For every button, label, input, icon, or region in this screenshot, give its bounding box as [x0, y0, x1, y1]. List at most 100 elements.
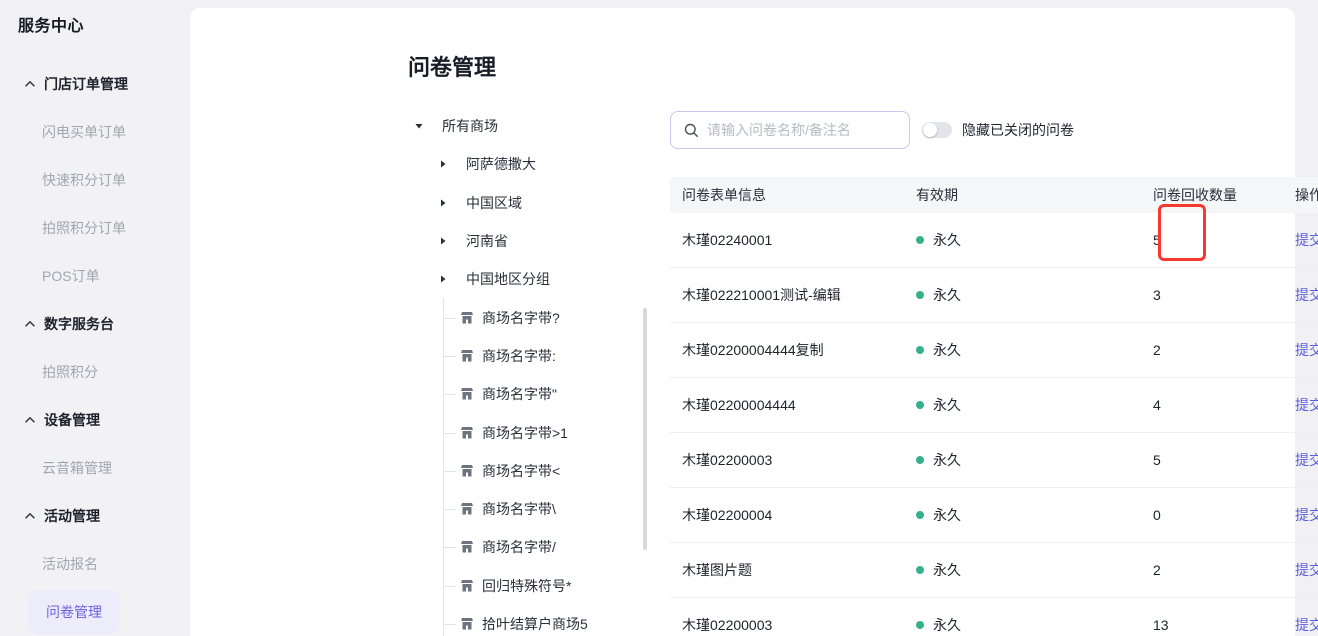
tree-leaf-item[interactable]: 商场名字带\ — [408, 490, 650, 528]
sidebar-group[interactable]: 门店订单管理 — [0, 60, 190, 108]
tree-leaf-item[interactable]: 商场名字带? — [408, 298, 650, 336]
tree-leaf-item[interactable]: 商场名字带< — [408, 452, 650, 490]
search-box[interactable] — [670, 111, 910, 149]
validity-label: 永久 — [933, 340, 961, 360]
shop-icon — [460, 540, 474, 554]
sidebar-group[interactable]: 设备管理 — [0, 396, 190, 444]
search-icon — [684, 123, 699, 138]
response-count: 13 — [1153, 617, 1169, 633]
tree-branch-item[interactable]: 中国地区分组 — [408, 260, 650, 298]
tree-branch-item[interactable]: 中国区域 — [408, 184, 650, 222]
tree-root-item[interactable]: 所有商场 — [408, 107, 650, 145]
tree-branch-item[interactable]: 阿萨德撒大 — [408, 145, 650, 183]
sidebar-group[interactable]: 活动管理 — [0, 492, 190, 540]
tree-leaf-item[interactable]: 商场名字带: — [408, 337, 650, 375]
tree-stub-line — [443, 624, 456, 625]
sidebar-group-label: 设备管理 — [44, 410, 100, 430]
submit-records-link[interactable]: 提交记录 — [1295, 560, 1318, 580]
validity-cell: 永久 — [916, 340, 961, 360]
table-row: 木瑾02200004444复制 永久 2 提交记录编辑复制 — [670, 323, 1318, 378]
tree-leaf-item[interactable]: 商场名字带/ — [408, 528, 650, 566]
tree-leaf-item[interactable]: 商场名字带" — [408, 375, 650, 413]
table-header: 问卷表单信息 有效期 问卷回收数量 操作 — [670, 177, 1318, 213]
sidebar-item[interactable]: 活动报名 — [0, 540, 190, 588]
sidebar-item-label: 快速积分订单 — [42, 170, 126, 190]
tree-leaf-item[interactable]: 回归特殊符号* — [408, 567, 650, 605]
sidebar-item[interactable]: POS订单 — [0, 252, 190, 300]
sidebar-item[interactable]: 拍照积分 — [0, 348, 190, 396]
tree-branch-label: 河南省 — [466, 231, 508, 251]
tree-leaf-item[interactable]: 拾叶结算户商场5 — [408, 605, 650, 636]
questionnaire-name: 木瑾02200004444 — [682, 395, 796, 415]
tree-branch-item[interactable]: 河南省 — [408, 222, 650, 260]
status-dot — [916, 401, 924, 409]
status-dot — [916, 621, 924, 629]
sidebar-item-label: 云音箱管理 — [42, 458, 112, 478]
tree-leaf-label: 商场名字带? — [482, 308, 560, 328]
main-card: 问卷管理 所有商场 阿萨德撒大 中国区域 河南省 中国地区分组 商场名字带? 商… — [190, 8, 1295, 636]
chevron-up-icon — [24, 318, 36, 330]
caret-down-icon — [414, 121, 424, 131]
caret-right-icon — [438, 236, 448, 246]
shop-icon — [460, 426, 474, 440]
questionnaire-name: 木瑾02200003 — [682, 450, 772, 470]
tree-stub-line — [443, 394, 456, 395]
validity-label: 永久 — [933, 450, 961, 470]
submit-records-link[interactable]: 提交记录 — [1295, 615, 1318, 635]
tree-branch-label: 中国地区分组 — [466, 269, 550, 289]
shop-icon — [460, 502, 474, 516]
submit-records-link[interactable]: 提交记录 — [1295, 230, 1318, 250]
hide-closed-toggle[interactable] — [922, 122, 952, 138]
caret-right-icon — [438, 274, 448, 284]
tree-leaf-label: 商场名字带< — [482, 461, 560, 481]
tree-root-label: 所有商场 — [442, 116, 498, 136]
submit-records-link[interactable]: 提交记录 — [1295, 395, 1318, 415]
sidebar-item[interactable]: 闪电买单订单 — [0, 108, 190, 156]
sidebar-item[interactable]: 快速积分订单 — [0, 156, 190, 204]
sidebar-nav: 门店订单管理 闪电买单订单 快速积分订单 拍照积分订单 POS订单 数字服务台 … — [0, 60, 190, 636]
questionnaire-name: 木瑾02240001 — [682, 230, 772, 250]
search-input[interactable] — [707, 122, 897, 138]
header-actions: 操作 — [1295, 185, 1318, 205]
tree-leaf-item[interactable]: 商场名字带>1 — [408, 413, 650, 451]
submit-records-link[interactable]: 提交记录 — [1295, 450, 1318, 470]
questionnaire-name: 木瑾图片题 — [682, 560, 752, 580]
tree-leaves: 商场名字带? 商场名字带: 商场名字带" 商场名字带>1 商场名字带< 商场名字… — [408, 298, 650, 636]
response-count: 2 — [1153, 342, 1161, 358]
tree-stub-line — [443, 433, 456, 434]
status-dot — [916, 456, 924, 464]
caret-right-icon — [438, 159, 448, 169]
chevron-up-icon — [24, 78, 36, 90]
table-row: 木瑾02200003 永久 13 提交记录编辑复制 — [670, 598, 1318, 636]
validity-cell: 永久 — [916, 230, 961, 250]
validity-label: 永久 — [933, 505, 961, 525]
validity-cell: 永久 — [916, 395, 961, 415]
submit-records-link[interactable]: 提交记录 — [1295, 285, 1318, 305]
validity-label: 永久 — [933, 285, 961, 305]
sidebar-item-label: 活动报名 — [42, 554, 98, 574]
sidebar-item[interactable]: 拍照积分订单 — [0, 204, 190, 252]
row-actions: 提交记录编辑复制 — [1295, 505, 1318, 525]
questionnaire-table: 问卷表单信息 有效期 问卷回收数量 操作 木瑾02240001 永久 5 提交记… — [670, 177, 1318, 636]
tree-scrollbar[interactable] — [643, 308, 647, 550]
sidebar-group[interactable]: 数字服务台 — [0, 300, 190, 348]
questionnaire-name: 木瑾022210001测试-编辑 — [682, 285, 841, 305]
response-count: 3 — [1153, 287, 1161, 303]
sidebar-item[interactable]: 云音箱管理 — [0, 444, 190, 492]
submit-records-link[interactable]: 提交记录 — [1295, 340, 1318, 360]
header-count: 问卷回收数量 — [1153, 185, 1237, 205]
app-title: 服务中心 — [18, 12, 84, 36]
questionnaire-name: 木瑾02200003 — [682, 615, 772, 635]
tree-leaf-label: 商场名字带\ — [482, 499, 556, 519]
caret-right-icon — [438, 198, 448, 208]
sidebar-group-label: 活动管理 — [44, 506, 100, 526]
validity-label: 永久 — [933, 230, 961, 250]
row-actions: 提交记录编辑复制 — [1295, 615, 1318, 635]
response-count: 2 — [1153, 562, 1161, 578]
submit-records-link[interactable]: 提交记录 — [1295, 505, 1318, 525]
sidebar-item[interactable]: 问卷管理 — [0, 588, 190, 636]
status-dot — [916, 236, 924, 244]
response-count: 5 — [1153, 452, 1161, 468]
toggle-knob — [923, 123, 937, 137]
mall-tree: 所有商场 阿萨德撒大 中国区域 河南省 中国地区分组 商场名字带? 商场名字带:… — [408, 107, 650, 636]
